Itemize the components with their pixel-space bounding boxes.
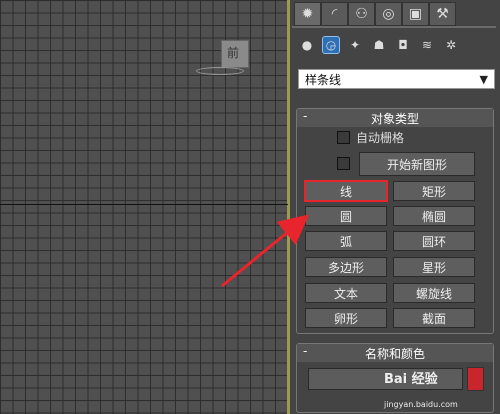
viewcube-label: 前 xyxy=(227,46,240,60)
rectangle-button[interactable]: 矩形 xyxy=(393,181,475,201)
command-panel-tabs: ✹ ◜ ⚇ ◎ ▣ ⚒ xyxy=(294,2,456,26)
object-type-header[interactable]: - 对象类型 xyxy=(297,109,493,127)
arc-button[interactable]: 弧 xyxy=(305,231,387,251)
text-button[interactable]: 文本 xyxy=(305,283,387,303)
viewcube[interactable]: 前 xyxy=(221,40,249,68)
helix-button-label: 螺旋线 xyxy=(415,286,452,301)
systems-icon[interactable]: ✲ xyxy=(442,36,460,54)
text-button-label: 文本 xyxy=(333,286,358,301)
donut-button-label: 圆环 xyxy=(421,234,446,249)
name-and-color-title: 名称和颜色 xyxy=(364,346,425,361)
tab-strip xyxy=(292,26,496,28)
shapes-icon[interactable]: ◶ xyxy=(322,36,340,54)
helpers-icon[interactable]: ◘ xyxy=(394,36,412,54)
donut-button[interactable]: 圆环 xyxy=(393,231,475,251)
viewcube-ring[interactable] xyxy=(196,67,244,75)
category-buttons: ● ◶ ✦ ☗ ◘ ≋ ✲ xyxy=(298,36,460,54)
name-and-color-header[interactable]: - 名称和颜色 xyxy=(297,344,493,362)
star-button[interactable]: 星形 xyxy=(393,257,475,277)
cameras-icon[interactable]: ☗ xyxy=(370,36,388,54)
section-button[interactable]: 截面 xyxy=(393,308,475,328)
circle-button[interactable]: 圆 xyxy=(305,206,387,226)
star-button-label: 星形 xyxy=(421,260,446,275)
baidu-watermark: Bai 经验 xyxy=(384,372,438,387)
helix-button[interactable]: 螺旋线 xyxy=(393,283,475,303)
object-type-title: 对象类型 xyxy=(370,111,419,126)
egg-button[interactable]: 卵形 xyxy=(305,308,387,328)
display-tab-icon[interactable]: ▣ xyxy=(402,2,429,26)
motion-tab-icon[interactable]: ◎ xyxy=(375,2,402,26)
egg-button-label: 卵形 xyxy=(333,311,358,326)
ellipse-button-label: 椭圆 xyxy=(421,209,446,224)
utilities-tab-icon[interactable]: ⚒ xyxy=(429,2,456,26)
ngon-button-label: 多边形 xyxy=(327,260,364,275)
auto-grid-row[interactable]: 自动栅格 xyxy=(337,129,404,146)
auto-grid-checkbox[interactable] xyxy=(337,131,350,144)
watermark-url: jingyan.baidu.com xyxy=(384,400,458,409)
shape-type-dropdown[interactable]: 样条线 ▼ xyxy=(298,69,495,89)
rectangle-button-label: 矩形 xyxy=(421,184,446,199)
object-color-swatch[interactable] xyxy=(467,367,484,391)
modify-tab-icon[interactable]: ◜ xyxy=(321,2,348,26)
lights-icon[interactable]: ✦ xyxy=(346,36,364,54)
object-type-rollout: - 对象类型 自动栅格 开始新图形 线 矩形 圆 椭圆 弧 圆环 多边形 星形 … xyxy=(296,108,494,334)
section-button-label: 截面 xyxy=(421,311,446,326)
spacewarps-icon[interactable]: ≋ xyxy=(418,36,436,54)
command-panel: ✹ ◜ ⚇ ◎ ▣ ⚒ ● ◶ ✦ ☗ ◘ ≋ ✲ 样条线 ▼ - 对象类型 自… xyxy=(290,0,500,414)
circle-button-label: 圆 xyxy=(339,209,352,224)
arc-button-label: 弧 xyxy=(339,234,352,249)
front-viewport[interactable]: 前 xyxy=(0,0,290,414)
hierarchy-tab-icon[interactable]: ⚇ xyxy=(348,2,375,26)
viewport-axis-line xyxy=(0,204,288,205)
dropdown-value: 样条线 xyxy=(305,72,342,87)
collapse-icon: - xyxy=(303,344,308,358)
chevron-down-icon: ▼ xyxy=(479,72,488,86)
auto-grid-label: 自动栅格 xyxy=(356,131,405,145)
create-tab-icon[interactable]: ✹ xyxy=(294,2,321,26)
ellipse-button[interactable]: 椭圆 xyxy=(393,206,475,226)
line-button[interactable]: 线 xyxy=(304,180,388,202)
geometry-icon[interactable]: ● xyxy=(298,36,316,54)
start-new-shape-checkbox[interactable] xyxy=(337,157,350,170)
start-new-shape-label: 开始新图形 xyxy=(386,157,447,172)
start-new-shape-button[interactable]: 开始新图形 xyxy=(359,152,475,176)
collapse-icon: - xyxy=(303,109,308,123)
line-button-label: 线 xyxy=(339,184,352,199)
ngon-button[interactable]: 多边形 xyxy=(305,257,387,277)
